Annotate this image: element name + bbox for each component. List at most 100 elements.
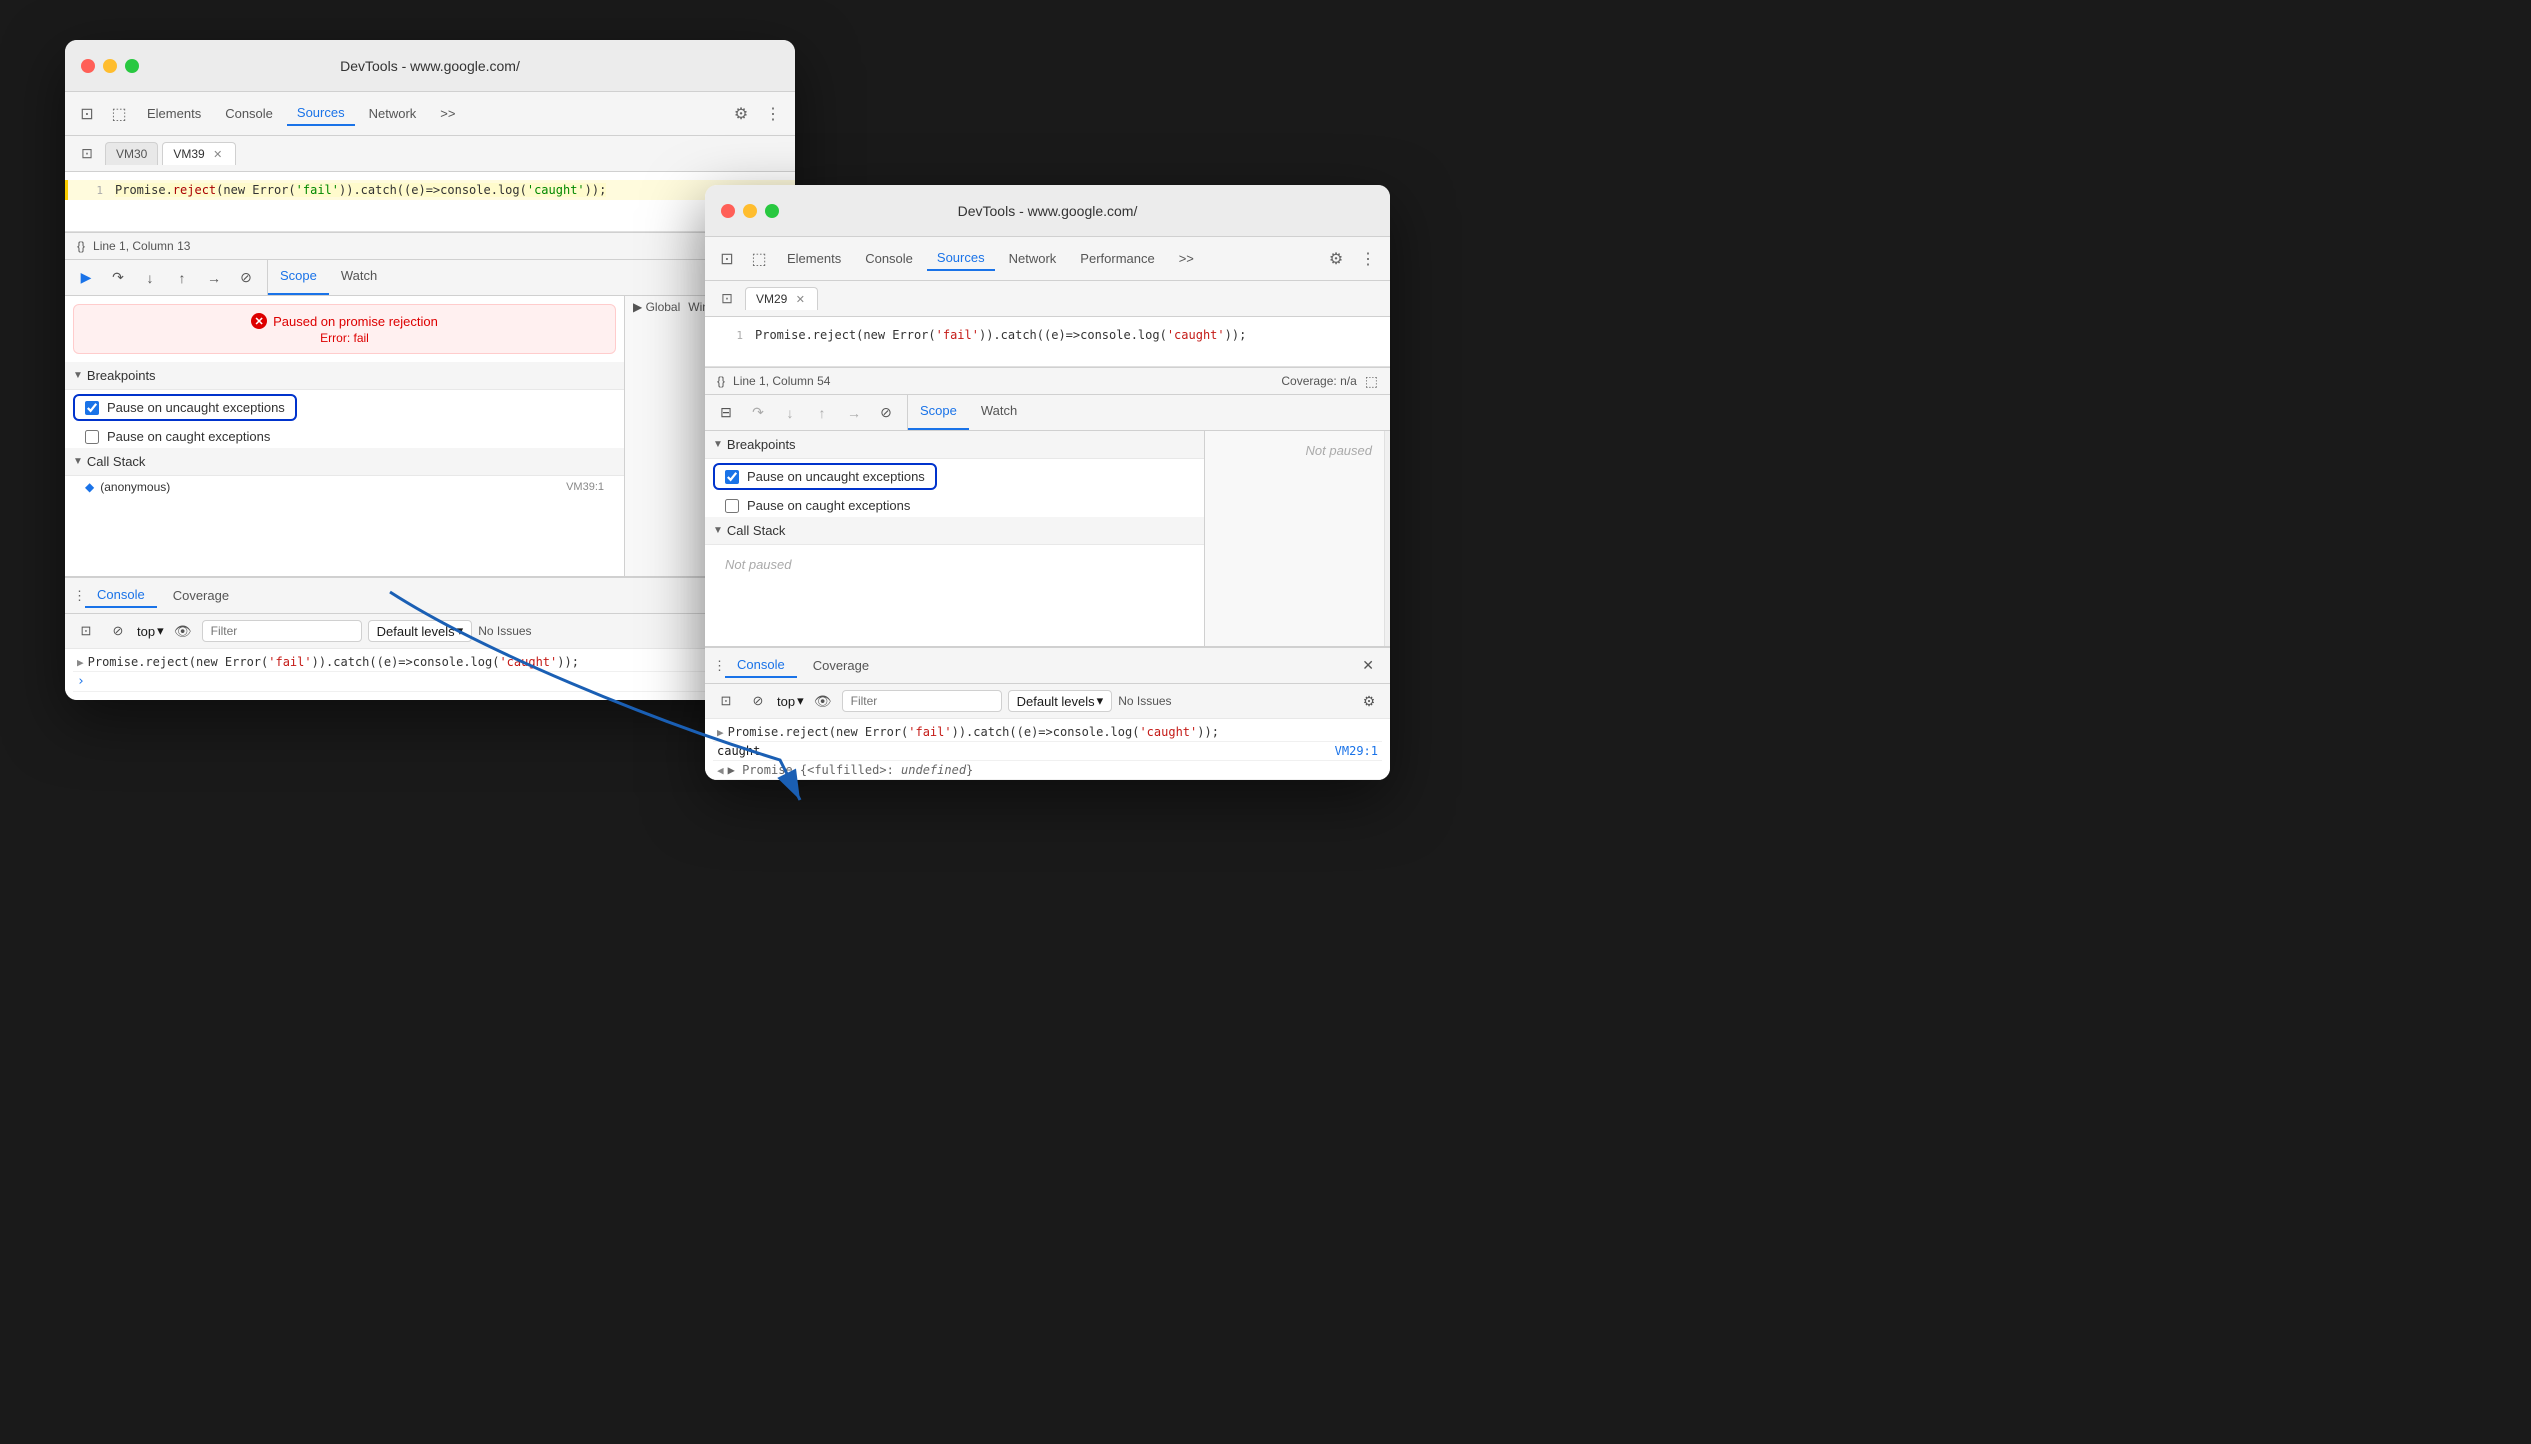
console-code-2: Promise.reject(new Error('fail')).catch(… (728, 725, 1219, 739)
breakpoints-header-1[interactable]: ▼ Breakpoints (65, 362, 624, 390)
close-button-1[interactable] (81, 59, 95, 73)
minimize-button-1[interactable] (103, 59, 117, 73)
breakpoints-header-2[interactable]: ▼ Breakpoints (705, 431, 1204, 459)
step-out-btn-1[interactable]: ↑ (169, 265, 195, 291)
console-menu-2[interactable]: ⋮ (713, 658, 721, 674)
call-stack-header-1[interactable]: ▼ Call Stack (65, 448, 624, 476)
file-tab-vm30[interactable]: VM30 (105, 142, 158, 165)
pause-uncaught-outlined-2[interactable]: Pause on uncaught exceptions (713, 463, 937, 490)
settings-icon-2[interactable]: ⚙ (1322, 245, 1350, 273)
tab-sources-1[interactable]: Sources (287, 101, 355, 126)
console-tab-console-1[interactable]: Console (85, 583, 157, 608)
tab-elements-1[interactable]: Elements (137, 102, 211, 125)
context-selector-1[interactable]: top ▾ (137, 623, 164, 639)
console-filter-input-1[interactable] (202, 620, 362, 642)
scope-tab-1[interactable]: Scope (268, 260, 329, 295)
tab-more-2[interactable]: >> (1169, 247, 1204, 270)
console-tab-console-2[interactable]: Console (725, 653, 797, 678)
tab-console-2[interactable]: Console (855, 247, 923, 270)
step-btn-2[interactable]: → (841, 400, 867, 426)
more-icon-2[interactable]: ⋮ (1354, 245, 1382, 273)
maximize-button-1[interactable] (125, 59, 139, 73)
file-tab-vm29[interactable]: VM29 ✕ (745, 287, 818, 310)
console-tab-coverage-2[interactable]: Coverage (801, 654, 881, 677)
maximize-button-2[interactable] (765, 204, 779, 218)
panel-tab-bar-1: ⊡ ⬚ Elements Console Sources Network >> … (65, 92, 795, 136)
step-out-btn-2[interactable]: ↑ (809, 400, 835, 426)
status-coverage-2: Coverage: n/a (1281, 374, 1356, 388)
breakpoint-caught-2[interactable]: Pause on caught exceptions (705, 494, 1204, 517)
console-sidebar-btn-1[interactable]: ⊡ (73, 618, 99, 644)
navigator-toggle-1[interactable]: ⊡ (73, 140, 101, 168)
status-position-1: Line 1, Column 13 (93, 239, 190, 253)
pause-caught-checkbox-2[interactable] (725, 499, 739, 513)
console-clear-btn-2[interactable]: ⊘ (745, 688, 771, 714)
scope-tab-2[interactable]: Scope (908, 395, 969, 430)
tab-network-2[interactable]: Network (999, 247, 1067, 270)
sidebar-toggle-icon-2[interactable]: ⊡ (713, 245, 741, 273)
file-tab-vm29-close[interactable]: ✕ (793, 292, 807, 306)
console-vm29-link[interactable]: VM29:1 (1335, 744, 1378, 758)
close-button-2[interactable] (721, 204, 735, 218)
sidebar-toggle-icon-1[interactable]: ⊡ (73, 100, 101, 128)
step-over-btn-2[interactable]: ↷ (745, 400, 771, 426)
window-controls-1[interactable] (81, 59, 139, 73)
navigator-toggle-2[interactable]: ⊡ (713, 285, 741, 313)
step-btn-1[interactable]: → (201, 265, 227, 291)
code-editor-2: 1 Promise.reject(new Error('fail')).catc… (705, 317, 1390, 367)
console-expand-2[interactable]: ▶ (717, 726, 724, 739)
deactivate-btn-1[interactable]: ⊘ (233, 265, 259, 291)
breakpoint-caught-1[interactable]: Pause on caught exceptions (65, 425, 624, 448)
step-into-btn-1[interactable]: ↓ (137, 265, 163, 291)
console-filter-input-2[interactable] (842, 690, 1002, 712)
tab-network-1[interactable]: Network (359, 102, 427, 125)
close-console-btn-2[interactable]: ✕ (1354, 653, 1382, 678)
console-menu-1[interactable]: ⋮ (73, 588, 81, 604)
context-selector-2[interactable]: top ▾ (777, 693, 804, 709)
watch-tab-2[interactable]: Watch (969, 395, 1029, 430)
file-tab-vm39-label: VM39 (173, 147, 204, 161)
settings-icon-1[interactable]: ⚙ (727, 100, 755, 128)
pause-caught-checkbox-1[interactable] (85, 430, 99, 444)
file-tab-vm39[interactable]: VM39 ✕ (162, 142, 235, 165)
file-tab-vm39-close[interactable]: ✕ (211, 147, 225, 161)
breakpoints-triangle-2: ▼ (713, 439, 723, 450)
dock-icon-1[interactable]: ⬚ (105, 100, 133, 128)
watch-tab-1[interactable]: Watch (329, 260, 389, 295)
pause-uncaught-checkbox-1[interactable] (85, 401, 99, 415)
call-stack-header-2[interactable]: ▼ Call Stack (705, 517, 1204, 545)
tab-sources-2[interactable]: Sources (927, 246, 995, 271)
console-line-prompt-1[interactable]: › (73, 672, 787, 692)
context-chevron-2: ▾ (797, 693, 804, 709)
status-position-2: Line 1, Column 54 (733, 374, 830, 388)
console-tab-coverage-1[interactable]: Coverage (161, 584, 241, 607)
console-eye-btn-2[interactable]: 👁 (810, 688, 836, 714)
step-into-btn-2[interactable]: ↓ (777, 400, 803, 426)
console-settings-btn-2[interactable]: ⚙ (1356, 688, 1382, 714)
minimize-button-2[interactable] (743, 204, 757, 218)
more-icon-1[interactable]: ⋮ (759, 100, 787, 128)
tab-elements-2[interactable]: Elements (777, 247, 851, 270)
deactivate-btn-2[interactable]: ⊘ (873, 400, 899, 426)
scrollbar-2[interactable] (1384, 431, 1390, 646)
console-eye-btn-1[interactable]: 👁 (170, 618, 196, 644)
dock-icon-2[interactable]: ⬚ (745, 245, 773, 273)
scope-global-item-1[interactable]: ▶ Global (633, 300, 680, 314)
step-over-btn-1[interactable]: ↷ (105, 265, 131, 291)
default-levels-2[interactable]: Default levels ▾ (1008, 690, 1113, 712)
console-sidebar-btn-2[interactable]: ⊡ (713, 688, 739, 714)
window-controls-2[interactable] (721, 204, 779, 218)
pause-uncaught-outlined-1[interactable]: Pause on uncaught exceptions (73, 394, 297, 421)
default-levels-1[interactable]: Default levels ▾ (368, 620, 473, 642)
pause-uncaught-checkbox-2[interactable] (725, 470, 739, 484)
console-line-promise: ◀ ▶ Promise {<fulfilled>: undefined} (713, 761, 1382, 780)
tab-console-1[interactable]: Console (215, 102, 283, 125)
pause-layout-btn-2[interactable]: ⊟ (713, 400, 739, 426)
tab-performance-2[interactable]: Performance (1070, 247, 1164, 270)
console-clear-btn-1[interactable]: ⊘ (105, 618, 131, 644)
issues-badge-1: No Issues (478, 624, 531, 638)
resume-btn-1[interactable]: ▶ (73, 265, 99, 291)
console-promise-arrow[interactable]: ◀ (717, 764, 724, 777)
tab-more-1[interactable]: >> (430, 102, 465, 125)
dock-to-bottom-2[interactable]: ⬚ (1365, 373, 1378, 390)
